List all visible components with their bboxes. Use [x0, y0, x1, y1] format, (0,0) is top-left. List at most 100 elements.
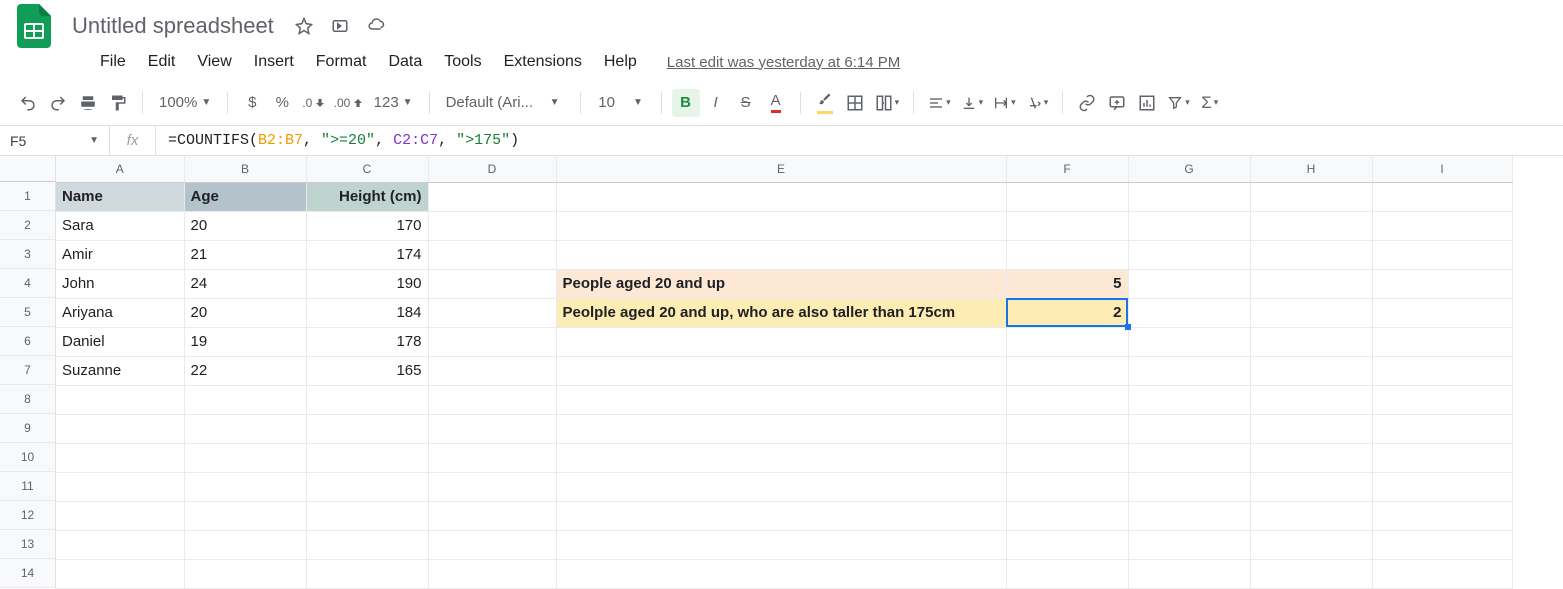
- cell-D8[interactable]: [428, 385, 556, 414]
- cell-A1[interactable]: Name: [56, 182, 184, 211]
- cell-B7[interactable]: 22: [184, 356, 306, 385]
- cell-A13[interactable]: [56, 530, 184, 559]
- cell-F8[interactable]: [1006, 385, 1128, 414]
- cell-E11[interactable]: [556, 472, 1006, 501]
- column-header-G[interactable]: G: [1128, 156, 1250, 182]
- currency-button[interactable]: $: [238, 89, 266, 117]
- cell-H1[interactable]: [1250, 182, 1372, 211]
- cell-C14[interactable]: [306, 559, 428, 588]
- cell-C7[interactable]: 165: [306, 356, 428, 385]
- cell-E13[interactable]: [556, 530, 1006, 559]
- column-header-C[interactable]: C: [306, 156, 428, 182]
- cell-B9[interactable]: [184, 414, 306, 443]
- cell-D6[interactable]: [428, 327, 556, 356]
- cell-F12[interactable]: [1006, 501, 1128, 530]
- cell-G3[interactable]: [1128, 240, 1250, 269]
- cell-G14[interactable]: [1128, 559, 1250, 588]
- cell-E14[interactable]: [556, 559, 1006, 588]
- cell-I13[interactable]: [1372, 530, 1512, 559]
- number-format-dropdown[interactable]: 123▼: [368, 94, 419, 111]
- paint-format-button[interactable]: [104, 89, 132, 117]
- cell-B10[interactable]: [184, 443, 306, 472]
- menu-insert[interactable]: Insert: [244, 47, 304, 77]
- row-header-3[interactable]: 3: [0, 240, 56, 269]
- cell-B12[interactable]: [184, 501, 306, 530]
- cell-I3[interactable]: [1372, 240, 1512, 269]
- cell-A9[interactable]: [56, 414, 184, 443]
- cell-G5[interactable]: [1128, 298, 1250, 327]
- cell-C10[interactable]: [306, 443, 428, 472]
- cell-F14[interactable]: [1006, 559, 1128, 588]
- column-header-I[interactable]: I: [1372, 156, 1512, 182]
- cell-H13[interactable]: [1250, 530, 1372, 559]
- cell-C13[interactable]: [306, 530, 428, 559]
- cell-B14[interactable]: [184, 559, 306, 588]
- insert-comment-button[interactable]: [1103, 89, 1131, 117]
- row-header-10[interactable]: 10: [0, 443, 56, 472]
- column-header-B[interactable]: B: [184, 156, 306, 182]
- cell-A8[interactable]: [56, 385, 184, 414]
- cell-G10[interactable]: [1128, 443, 1250, 472]
- doc-title[interactable]: Untitled spreadsheet: [66, 11, 280, 41]
- cell-B8[interactable]: [184, 385, 306, 414]
- vertical-align-button[interactable]: [957, 89, 988, 117]
- last-edit-link[interactable]: Last edit was yesterday at 6:14 PM: [667, 54, 900, 71]
- insert-link-button[interactable]: [1073, 89, 1101, 117]
- menu-extensions[interactable]: Extensions: [494, 47, 592, 77]
- cell-E4[interactable]: People aged 20 and up: [556, 269, 1006, 298]
- cell-B2[interactable]: 20: [184, 211, 306, 240]
- cell-I5[interactable]: [1372, 298, 1512, 327]
- row-header-4[interactable]: 4: [0, 269, 56, 298]
- cell-H2[interactable]: [1250, 211, 1372, 240]
- font-size-dropdown[interactable]: 10▼: [591, 94, 651, 111]
- cell-C11[interactable]: [306, 472, 428, 501]
- cell-G11[interactable]: [1128, 472, 1250, 501]
- merge-cells-button[interactable]: [871, 89, 904, 117]
- cell-E1[interactable]: [556, 182, 1006, 211]
- cell-E2[interactable]: [556, 211, 1006, 240]
- cell-E7[interactable]: [556, 356, 1006, 385]
- italic-button[interactable]: I: [702, 89, 730, 117]
- cell-A12[interactable]: [56, 501, 184, 530]
- cell-B4[interactable]: 24: [184, 269, 306, 298]
- cell-D2[interactable]: [428, 211, 556, 240]
- cell-I10[interactable]: [1372, 443, 1512, 472]
- column-header-D[interactable]: D: [428, 156, 556, 182]
- cell-H4[interactable]: [1250, 269, 1372, 298]
- cell-D11[interactable]: [428, 472, 556, 501]
- cell-I7[interactable]: [1372, 356, 1512, 385]
- cell-H14[interactable]: [1250, 559, 1372, 588]
- cell-H9[interactable]: [1250, 414, 1372, 443]
- row-header-11[interactable]: 11: [0, 472, 56, 501]
- cell-F5[interactable]: 2: [1006, 298, 1128, 327]
- cell-D13[interactable]: [428, 530, 556, 559]
- strikethrough-button[interactable]: S: [732, 89, 760, 117]
- cell-F6[interactable]: [1006, 327, 1128, 356]
- cell-A11[interactable]: [56, 472, 184, 501]
- column-header-A[interactable]: A: [56, 156, 184, 182]
- zoom-dropdown[interactable]: 100%▼: [153, 94, 217, 111]
- cell-H8[interactable]: [1250, 385, 1372, 414]
- cell-H12[interactable]: [1250, 501, 1372, 530]
- cell-A2[interactable]: Sara: [56, 211, 184, 240]
- cell-E3[interactable]: [556, 240, 1006, 269]
- cell-I6[interactable]: [1372, 327, 1512, 356]
- cell-I8[interactable]: [1372, 385, 1512, 414]
- cell-H3[interactable]: [1250, 240, 1372, 269]
- text-rotation-button[interactable]: [1022, 89, 1053, 117]
- cell-B13[interactable]: [184, 530, 306, 559]
- row-header-5[interactable]: 5: [0, 298, 56, 327]
- formula-input[interactable]: =COUNTIFS(B2:B7, ">=20", C2:C7, ">175"): [156, 132, 531, 149]
- cell-H6[interactable]: [1250, 327, 1372, 356]
- cell-G13[interactable]: [1128, 530, 1250, 559]
- cell-G7[interactable]: [1128, 356, 1250, 385]
- cell-D1[interactable]: [428, 182, 556, 211]
- cell-E8[interactable]: [556, 385, 1006, 414]
- cell-H11[interactable]: [1250, 472, 1372, 501]
- cell-C6[interactable]: 178: [306, 327, 428, 356]
- cell-F7[interactable]: [1006, 356, 1128, 385]
- cell-A7[interactable]: Suzanne: [56, 356, 184, 385]
- column-header-H[interactable]: H: [1250, 156, 1372, 182]
- cell-F10[interactable]: [1006, 443, 1128, 472]
- sheets-logo[interactable]: [14, 6, 54, 46]
